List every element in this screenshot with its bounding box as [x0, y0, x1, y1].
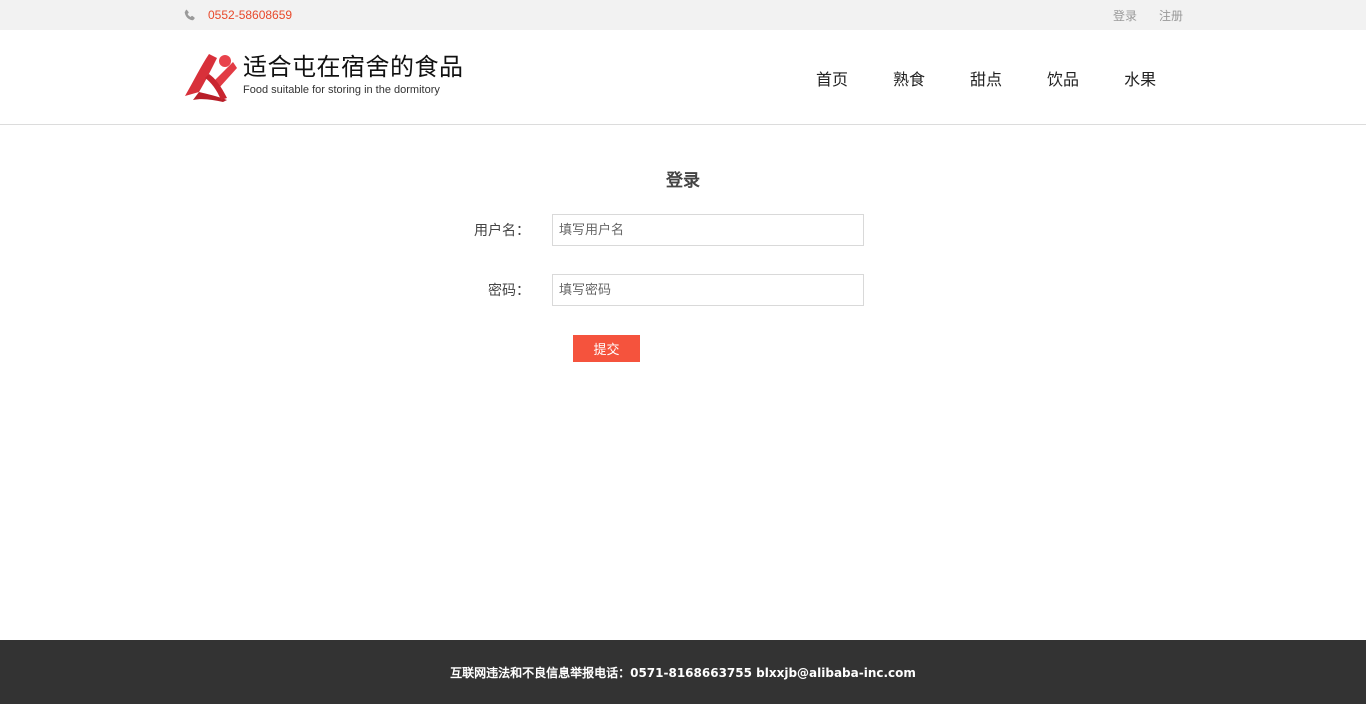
main-nav: 首页 熟食 甜点 饮品 水果	[816, 66, 1156, 90]
contact-phone: 0552-58608659	[183, 7, 292, 23]
site-footer: 互联网违法和不良信息举报电话：0571-8168663755 blxxjb@al…	[0, 640, 1366, 704]
register-link[interactable]: 注册	[1159, 7, 1183, 24]
password-label: 密码：	[488, 283, 530, 299]
logo-text: 适合屯在宿舍的食品 Food suitable for storing in t…	[243, 52, 464, 97]
username-label: 用户名：	[474, 223, 530, 239]
site-subtitle: Food suitable for storing in the dormito…	[243, 84, 440, 96]
nav-item-desserts[interactable]: 甜点	[970, 66, 1002, 90]
login-link[interactable]: 登录	[1113, 7, 1137, 24]
top-bar: 0552-58608659 登录 注册	[0, 0, 1366, 30]
nav-item-cooked-food[interactable]: 熟食	[893, 66, 925, 90]
nav-item-fruit[interactable]: 水果	[1124, 66, 1156, 90]
password-row: 密码：	[450, 274, 864, 306]
nav-item-drinks[interactable]: 饮品	[1047, 66, 1079, 90]
account-links: 登录 注册	[1113, 7, 1183, 24]
site-logo[interactable]: 适合屯在宿舍的食品 Food suitable for storing in t…	[183, 52, 464, 102]
password-input[interactable]	[552, 274, 864, 306]
username-input[interactable]	[552, 214, 864, 246]
brand-logo-icon	[185, 54, 237, 102]
username-row: 用户名：	[450, 214, 864, 246]
site-title: 适合屯在宿舍的食品	[243, 53, 464, 81]
submit-button[interactable]: 提交	[573, 335, 640, 362]
phone-number: 0552-58608659	[208, 8, 293, 22]
nav-item-home[interactable]: 首页	[816, 66, 848, 90]
footer-report-text: 互联网违法和不良信息举报电话：0571-8168663755 blxxjb@al…	[450, 665, 916, 680]
login-title: 登录	[666, 171, 700, 191]
phone-icon	[184, 9, 195, 20]
site-header: 适合屯在宿舍的食品 Food suitable for storing in t…	[0, 30, 1366, 125]
